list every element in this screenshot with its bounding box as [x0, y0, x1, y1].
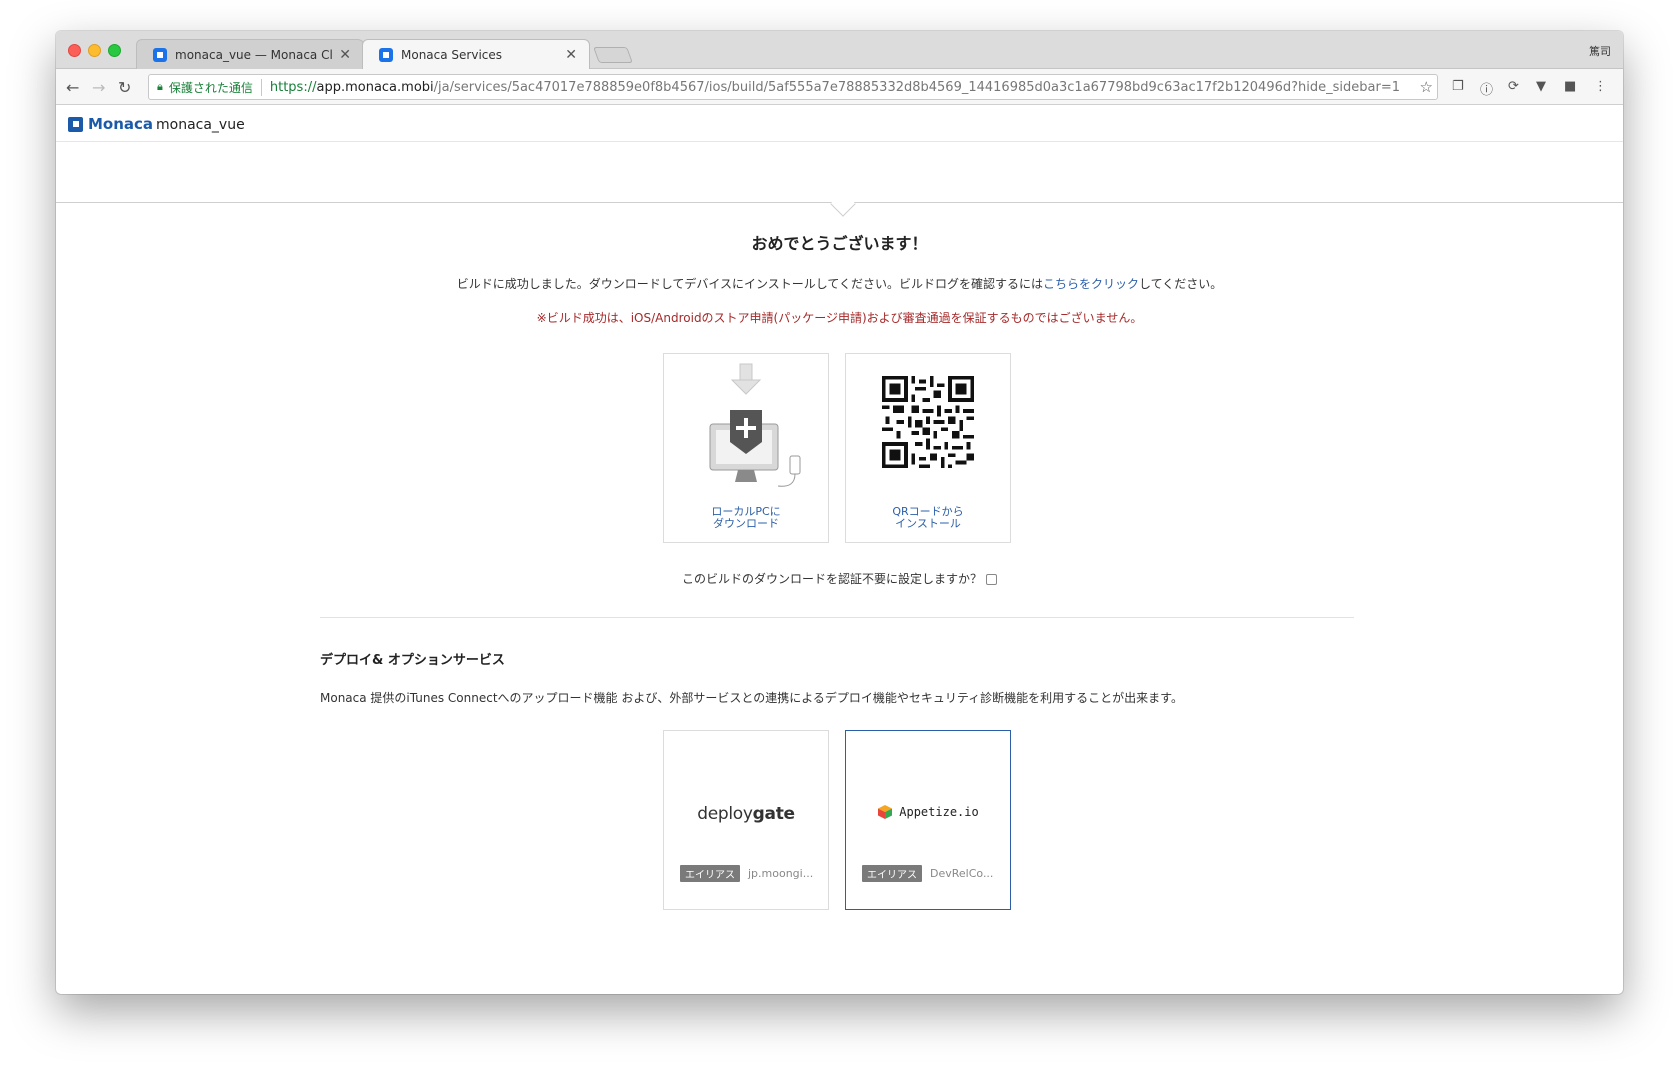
bookmark-star-icon[interactable]: ☆: [1420, 78, 1433, 96]
header-notch: [830, 191, 856, 217]
section-divider: [320, 617, 1354, 618]
new-tab-button[interactable]: [593, 47, 633, 63]
store-warning: ※ビルド成功は、iOS/Androidのストア申請(パッケージ申請)および審査通…: [536, 311, 1143, 325]
url-path: /ja/services/5ac47017e788859e0f8b4567/io…: [433, 79, 1400, 95]
deploygate-logo-part2: gate: [752, 804, 795, 824]
close-window-button[interactable]: [68, 44, 81, 57]
extension-vue-icon[interactable]: ▼: [1536, 79, 1546, 94]
qr-code-icon: [882, 376, 974, 468]
extension-info-icon[interactable]: ⓘ: [1480, 79, 1493, 98]
deploygate-logo-text: deploygate: [697, 804, 795, 824]
menu-kebab-icon[interactable]: ⋮: [1594, 79, 1607, 94]
download-label-line2: ダウンロード: [713, 517, 779, 530]
auth-free-download-checkbox[interactable]: [986, 574, 997, 585]
browser-toolbar: ← → ↻ 🔒︎ 保護された通信 https://app.monaca.mobi…: [56, 69, 1623, 105]
qr-label-line2: インストール: [895, 517, 961, 530]
url-host: app.monaca.mobi: [316, 79, 434, 95]
success-message-text: ビルドに成功しました。ダウンロードしてデバイスにインストールしてください。ビルド…: [456, 277, 1044, 291]
appetize-logo-group: Appetize.io: [877, 804, 979, 820]
monaca-logo[interactable]: Monaca: [68, 115, 153, 133]
build-log-link[interactable]: こちらをクリック: [1043, 277, 1139, 291]
extension-tabs-icon[interactable]: ❐: [1452, 79, 1464, 94]
logo-text: Monaca: [88, 115, 154, 133]
close-tab-icon[interactable]: ✕: [565, 47, 577, 63]
tab-title: Monaca Services: [401, 48, 503, 62]
success-message: ビルドに成功しました。ダウンロードしてデバイスにインストールしてください。ビルド…: [56, 275, 1623, 292]
alias-value: DevRelCo...: [930, 867, 994, 880]
appetize-service-card[interactable]: Appetize.io エイリアス DevRelCo...: [845, 730, 1011, 910]
auth-free-download-label: このビルドのダウンロードを認証不要に設定しますか？: [681, 572, 982, 586]
tab-title: monaca_vue — Monaca Cloud IDE: [175, 47, 333, 62]
monaca-favicon-icon: [379, 48, 393, 62]
security-label: 保護された通信: [169, 78, 262, 96]
address-bar[interactable]: 🔒︎ 保護された通信 https://app.monaca.mobi/ja/se…: [148, 74, 1438, 100]
tab-monaca-ide[interactable]: monaca_vue — Monaca Cloud IDE ✕: [136, 39, 364, 69]
url-scheme: https://: [269, 79, 317, 95]
appetize-logo: Appetize.io: [846, 804, 1010, 824]
close-tab-icon[interactable]: ✕: [339, 47, 351, 63]
back-arrow-icon[interactable]: ←: [66, 78, 79, 97]
forward-arrow-icon[interactable]: →: [92, 78, 105, 97]
monaca-logo-icon: [68, 116, 83, 132]
extension-sync-icon[interactable]: ⟳: [1508, 79, 1519, 94]
download-local-card[interactable]: ローカルPCに ダウンロード: [663, 353, 829, 543]
reload-icon[interactable]: ↻: [118, 78, 131, 97]
success-message-tail: してください。: [1139, 277, 1223, 291]
profile-name[interactable]: 篤司: [1589, 43, 1611, 59]
lock-icon: 🔒︎: [157, 80, 163, 93]
qr-label: QRコードから インストール: [846, 506, 1010, 530]
alias-badge: エイリアス: [680, 865, 740, 882]
app-header: Monaca monaca_vue: [56, 106, 1623, 217]
deploygate-service-card[interactable]: deploygate エイリアス jp.moongi...: [663, 730, 829, 910]
download-label: ローカルPCに ダウンロード: [664, 506, 828, 530]
alias-value: jp.moongi...: [748, 867, 814, 880]
deploy-section-title: デプロイ& オプションサービス: [320, 653, 505, 668]
browser-window: monaca_vue — Monaca Cloud IDE ✕ Monaca S…: [56, 31, 1623, 994]
deploygate-alias: エイリアス jp.moongi...: [680, 865, 813, 882]
extension-box-icon[interactable]: ■: [1564, 79, 1576, 94]
qr-install-card[interactable]: QRコードから インストール: [845, 353, 1011, 543]
tab-bar: monaca_vue — Monaca Cloud IDE ✕ Monaca S…: [56, 31, 1623, 70]
appetize-logo-text: Appetize.io: [899, 805, 979, 819]
maximize-window-button[interactable]: [108, 44, 121, 57]
appetize-cube-icon: [878, 805, 893, 819]
alias-badge: エイリアス: [862, 865, 922, 882]
project-name: monaca_vue: [156, 117, 245, 133]
tab-monaca-services[interactable]: Monaca Services ✕: [362, 39, 590, 70]
header-divider: [56, 141, 1623, 142]
minimize-window-button[interactable]: [88, 44, 101, 57]
deploygate-logo-part1: deploy: [697, 804, 753, 824]
page-title: おめでとうございます！: [751, 234, 928, 253]
download-to-pc-icon: [709, 363, 801, 487]
monaca-favicon-icon: [153, 47, 167, 62]
auth-free-download-row: このビルドのダウンロードを認証不要に設定しますか？: [56, 570, 1623, 587]
deploy-section-description: Monaca 提供のiTunes Connectへのアップロード機能 および、外…: [320, 691, 1183, 705]
deploygate-logo: deploygate: [664, 804, 828, 824]
appetize-alias: エイリアス DevRelCo...: [862, 865, 993, 882]
